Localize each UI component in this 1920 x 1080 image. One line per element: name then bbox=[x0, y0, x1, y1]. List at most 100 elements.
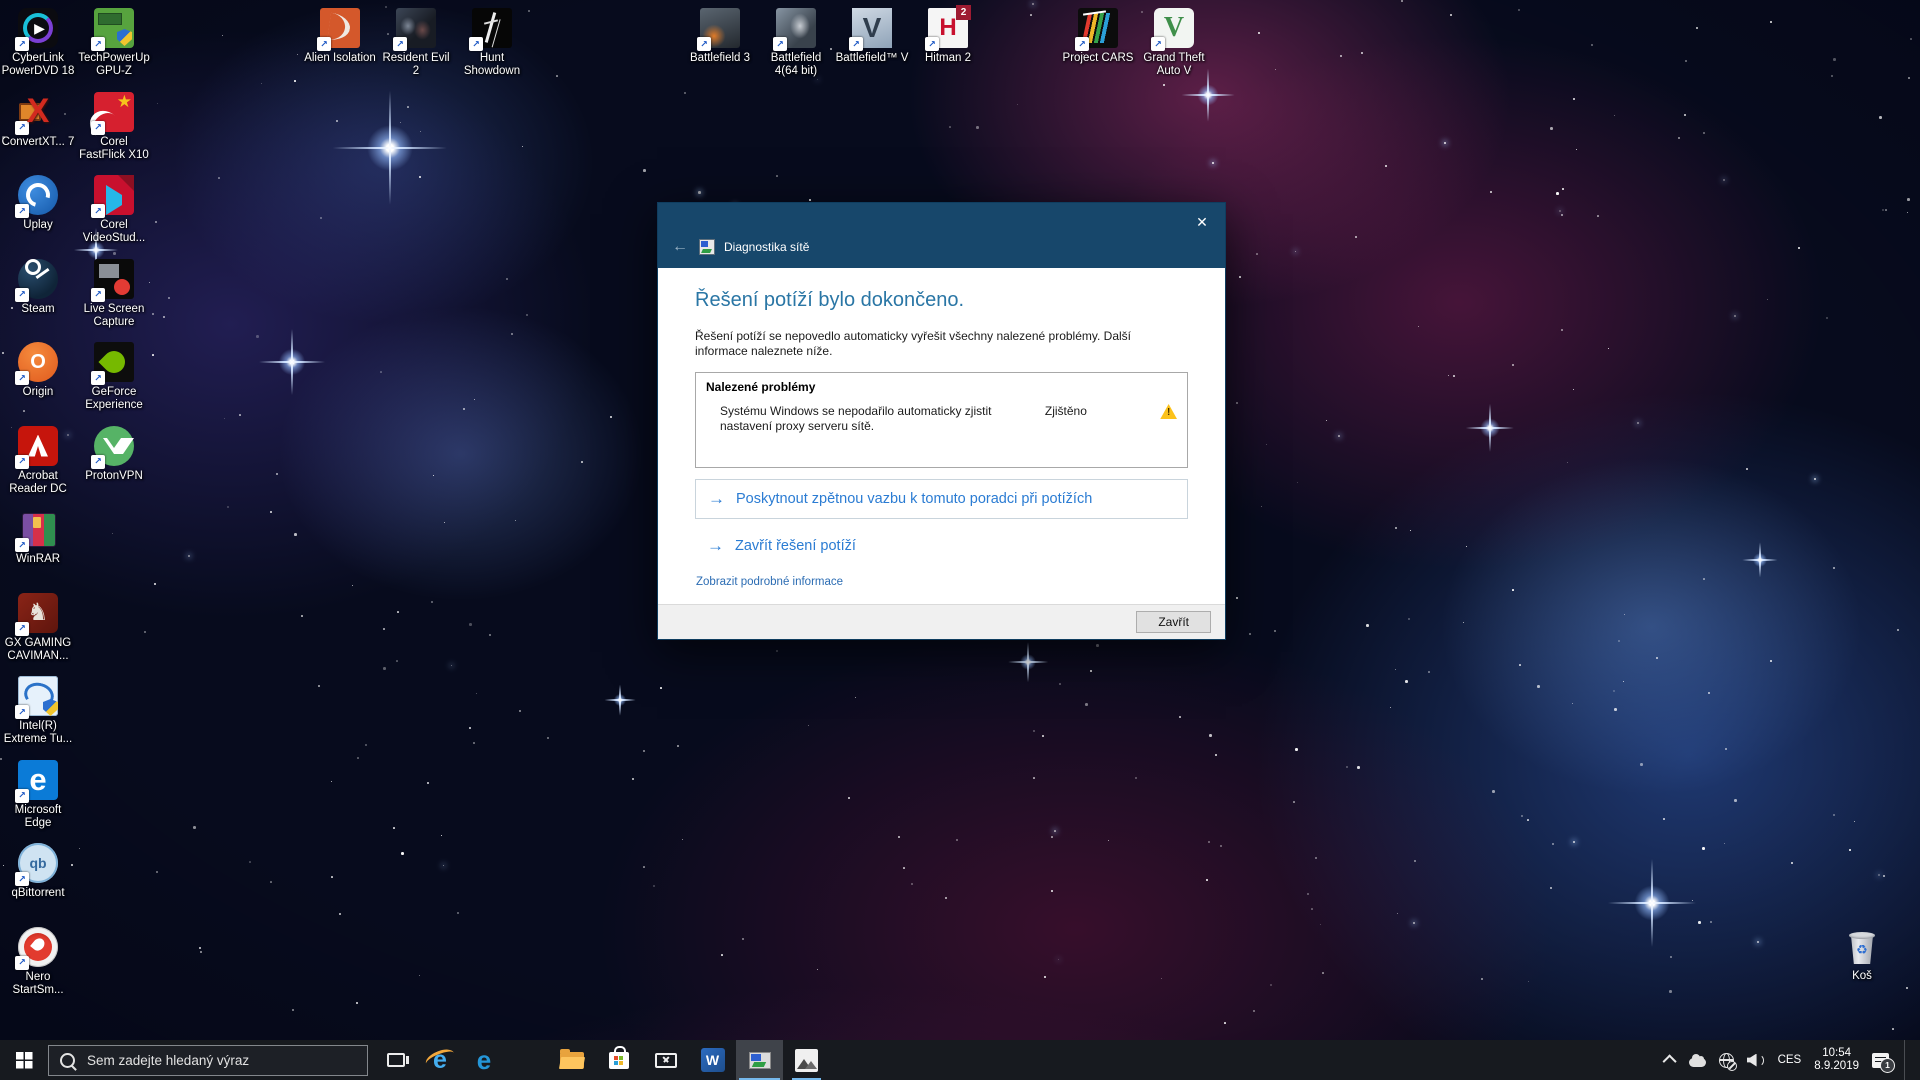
desktop-icon-powerdvd[interactable]: CyberLink PowerDVD 18 bbox=[0, 8, 76, 92]
detailed-info-link[interactable]: Zobrazit podrobné informace bbox=[695, 576, 843, 588]
icon-label: Uplay bbox=[23, 219, 52, 232]
word-button[interactable] bbox=[689, 1040, 736, 1080]
icon-label: GeForce Experience bbox=[76, 386, 152, 412]
desktop-icon-gpuz[interactable]: TechPowerUp GPU-Z bbox=[76, 8, 152, 92]
desktop-icon-nero[interactable]: Nero StartSm... bbox=[0, 927, 76, 1011]
taskbar: CES 10:54 8.9.2019 1 bbox=[0, 1040, 1920, 1080]
desktop-icon-resident-evil-2[interactable]: Resident Evil 2 bbox=[378, 8, 454, 92]
show-desktop-button[interactable] bbox=[1904, 1040, 1910, 1080]
desktop-icon-battlefield-4[interactable]: Battlefield 4(64 bit) bbox=[758, 8, 834, 92]
desktop-icon-convertx[interactable]: ConvertXT... 7 bbox=[0, 92, 76, 176]
shortcut-arrow-icon bbox=[773, 37, 787, 51]
close-icon[interactable] bbox=[1189, 211, 1215, 233]
microsoft-store-button[interactable] bbox=[595, 1040, 642, 1080]
icon-label: Steam bbox=[21, 303, 54, 316]
powerdvd-icon bbox=[18, 8, 58, 48]
shortcut-arrow-icon bbox=[15, 872, 29, 886]
close-troubleshooter-label: Zavřít řešení potíží bbox=[735, 538, 856, 554]
shortcut-arrow-icon bbox=[91, 288, 105, 302]
task-view-button[interactable] bbox=[374, 1040, 418, 1080]
start-button[interactable] bbox=[0, 1040, 48, 1080]
desktop-icon-livescreen[interactable]: Live Screen Capture bbox=[76, 259, 152, 343]
desktop-icon-project-cars[interactable]: Project CARS bbox=[1060, 8, 1136, 92]
dialog-footer: Zavřít bbox=[658, 604, 1225, 639]
notification-badge: 1 bbox=[1880, 1058, 1895, 1073]
desktop-icon-winrar[interactable]: WinRAR bbox=[0, 509, 76, 593]
desktop-icon-protonvpn[interactable]: ProtonVPN bbox=[76, 426, 152, 510]
desktop-icon-alien-isolation[interactable]: Alien Isolation bbox=[302, 8, 378, 92]
clock[interactable]: 10:54 8.9.2019 bbox=[1814, 1047, 1859, 1074]
shortcut-arrow-icon bbox=[15, 204, 29, 218]
clock-date: 8.9.2019 bbox=[1814, 1060, 1859, 1074]
icon-label: Intel(R) Extreme Tu... bbox=[0, 720, 76, 746]
network-tray-button[interactable] bbox=[1719, 1053, 1734, 1068]
photos-icon bbox=[795, 1049, 818, 1072]
desktop-icon-gx-gaming[interactable]: GX GAMING CAVIMAN... bbox=[0, 593, 76, 677]
action-center-button[interactable]: 1 bbox=[1872, 1053, 1889, 1068]
desktop-icon-fastflick[interactable]: Corel FastFlick X10 bbox=[76, 92, 152, 176]
speaker-icon bbox=[1747, 1054, 1765, 1067]
desktop-icon-hitman-2[interactable]: Hitman 2 bbox=[910, 8, 986, 92]
desktop-icon-recycle-bin[interactable]: Koš bbox=[1824, 926, 1900, 1010]
network-diagnostics-taskbar-button[interactable] bbox=[736, 1040, 783, 1080]
desktop-icon-videostudio[interactable]: Corel VideoStud... bbox=[76, 175, 152, 259]
chevron-up-icon bbox=[1662, 1054, 1676, 1068]
mail-button[interactable] bbox=[642, 1040, 689, 1080]
onedrive-tray-button[interactable] bbox=[1689, 1054, 1706, 1067]
icon-label: WinRAR bbox=[16, 553, 60, 566]
desktop-icon-hunt-showdown[interactable]: Hunt Showdown bbox=[454, 8, 530, 92]
shortcut-arrow-icon bbox=[1151, 37, 1165, 51]
feedback-link[interactable]: Poskytnout zpětnou vazbu k tomuto poradc… bbox=[695, 479, 1188, 519]
edge-button[interactable] bbox=[462, 1040, 506, 1080]
icon-label: qBittorrent bbox=[11, 887, 64, 900]
desktop-icon-qbittorrent[interactable]: qBittorrent bbox=[0, 843, 76, 927]
shortcut-arrow-icon bbox=[15, 288, 29, 302]
desktop-icon-uplay[interactable]: Uplay bbox=[0, 175, 76, 259]
desktop-icon-battlefield-3[interactable]: Battlefield 3 bbox=[682, 8, 758, 92]
language-indicator[interactable]: CES bbox=[1778, 1054, 1802, 1066]
shortcut-arrow-icon bbox=[1075, 37, 1089, 51]
desktop-icon-gta-v[interactable]: Grand Theft Auto V bbox=[1136, 8, 1212, 92]
icon-label: Alien Isolation bbox=[304, 52, 376, 65]
problem-row: Systému Windows se nepodařilo automatick… bbox=[706, 404, 1177, 434]
desktop-icon-acrobat[interactable]: Acrobat Reader DC bbox=[0, 426, 76, 510]
desktop-icon-intel-xtu[interactable]: Intel(R) Extreme Tu... bbox=[0, 676, 76, 760]
desktop-icon-group-1: Alien Isolation Resident Evil 2 Hunt Sho… bbox=[302, 8, 530, 92]
mail-icon bbox=[655, 1053, 677, 1068]
network-diagnostics-dialog: Diagnostika sítě Řešení potíží bylo doko… bbox=[657, 202, 1226, 640]
file-explorer-button[interactable] bbox=[548, 1040, 595, 1080]
icon-label: Nero StartSm... bbox=[0, 971, 76, 997]
desktop-icon-steam[interactable]: Steam bbox=[0, 259, 76, 343]
desktop-icon-microsoft-edge[interactable]: Microsoft Edge bbox=[0, 760, 76, 844]
found-problems-header: Nalezené problémy bbox=[706, 380, 1177, 394]
no-internet-badge-icon bbox=[1727, 1061, 1737, 1071]
problem-status: Zjištěno bbox=[1045, 404, 1148, 418]
internet-explorer-button[interactable] bbox=[418, 1040, 462, 1080]
icon-label: Battlefield™ V bbox=[836, 52, 909, 65]
icon-label: ProtonVPN bbox=[85, 470, 143, 483]
icon-label: Koš bbox=[1852, 970, 1872, 983]
dialog-body: Řešení potíží bylo dokončeno. Řešení pot… bbox=[658, 289, 1225, 590]
found-problems-box: Nalezené problémy Systému Windows se nep… bbox=[695, 372, 1188, 468]
microsoft-store-icon bbox=[609, 1052, 629, 1069]
photos-button[interactable] bbox=[783, 1040, 830, 1080]
clock-time: 10:54 bbox=[1822, 1047, 1851, 1061]
back-arrow-icon[interactable] bbox=[672, 238, 690, 256]
close-troubleshooter-link[interactable]: Zavřít řešení potíží bbox=[695, 536, 1188, 556]
search-input[interactable] bbox=[85, 1052, 356, 1069]
system-tray: CES 10:54 8.9.2019 1 bbox=[1666, 1040, 1920, 1080]
tray-overflow-chevron[interactable] bbox=[1666, 1055, 1676, 1065]
desktop-icon-geforce[interactable]: GeForce Experience bbox=[76, 342, 152, 426]
desktop-icon-battlefield-v[interactable]: Battlefield™ V bbox=[834, 8, 910, 92]
task-view-icon bbox=[387, 1053, 405, 1067]
icon-label: Hunt Showdown bbox=[454, 52, 530, 78]
shortcut-arrow-icon bbox=[393, 37, 407, 51]
desktop-icon-origin[interactable]: Origin bbox=[0, 342, 76, 426]
taskbar-search[interactable] bbox=[48, 1045, 368, 1076]
desktop-icon-group-2: Battlefield 3 Battlefield 4(64 bit) Batt… bbox=[682, 8, 986, 92]
icon-label: Resident Evil 2 bbox=[378, 52, 454, 78]
volume-tray-button[interactable] bbox=[1747, 1054, 1765, 1067]
shortcut-arrow-icon bbox=[15, 622, 29, 636]
close-button[interactable]: Zavřít bbox=[1136, 611, 1211, 633]
shortcut-arrow-icon bbox=[15, 538, 29, 552]
